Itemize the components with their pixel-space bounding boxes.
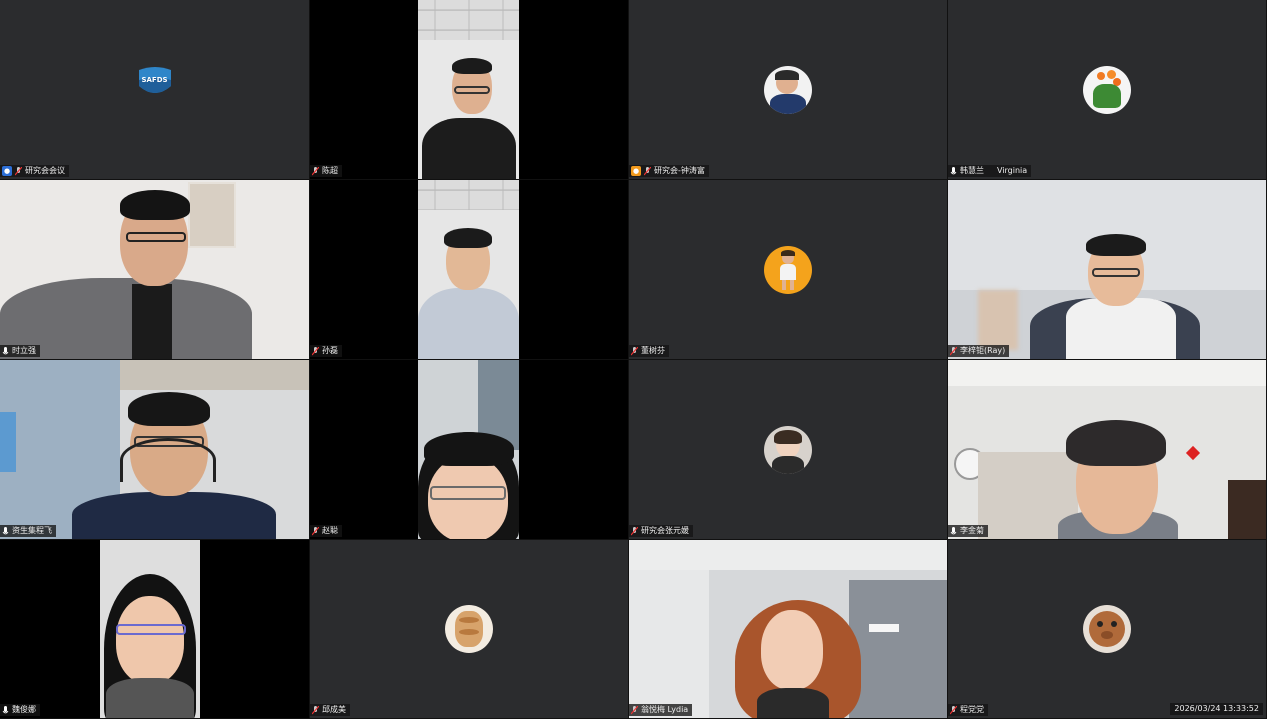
video-feed [0,360,309,539]
video-grid: SAFDS ● 研究会会议 陈超 ● 研究会-钟涛富 韩慧兰 Virginia … [0,0,1267,719]
participant-name-tag: 孙磊 [310,345,342,357]
avatar [1083,605,1131,653]
participant-name-tag: 翁悦梅 Lydia [629,704,693,716]
participant-tile-4[interactable]: 韩慧兰 Virginia [948,0,1266,179]
participant-tile-13[interactable]: 魏俊娜 [0,540,309,718]
participant-name-tag: 邱成美 [310,704,350,716]
avatar [764,245,812,294]
participant-name: 研究会张元媛 [641,526,689,535]
mic-muted-icon [312,166,319,176]
avatar [764,425,812,474]
participant-name-tag: 李金菊 [948,525,988,537]
participant-tile-16[interactable]: 程党党 2026/03/24 13:33:52 [948,540,1266,718]
video-feed [418,0,519,179]
mic-muted-icon [312,346,319,356]
mic-muted-icon [950,705,957,715]
participant-name-tag: ● 研究会会议 [0,165,69,177]
participant-name-tag: 赵聪 [310,525,342,537]
mic-icon [2,346,9,356]
avatar [764,65,812,114]
participant-english-name: Virginia [997,166,1028,175]
participant-name: 陈超 [322,166,338,175]
participant-tile-1[interactable]: SAFDS ● 研究会会议 [0,0,309,179]
video-feed [418,180,519,359]
mic-icon [2,526,9,536]
participant-name: 魏俊娜 [12,705,36,714]
participant-name-tag: 魏俊娜 [0,704,40,716]
participant-name: 资生集程飞 [12,526,52,535]
participant-tile-6[interactable]: 孙磊 [310,180,628,359]
mic-muted-icon [15,166,22,176]
mic-muted-icon [950,346,957,356]
participant-tile-7[interactable]: 董树芬 [629,180,947,359]
video-feed [948,180,1266,359]
participant-name-tag: 研究会张元媛 [629,525,693,537]
participant-name: 翁悦梅 Lydia [641,705,689,714]
logo-text: SAFDS [141,76,168,84]
video-feed [948,360,1266,539]
video-feed [629,540,947,718]
participant-tile-14[interactable]: 邱成美 [310,540,628,718]
video-feed [0,180,309,359]
participant-name: 时立强 [12,346,36,355]
mic-muted-icon [631,346,638,356]
mic-icon [950,166,957,176]
mic-icon [2,705,9,715]
participant-name-tag: 时立强 [0,345,40,357]
mic-muted-icon [644,166,651,176]
participant-name: 韩慧兰 [960,166,984,175]
participant-tile-12[interactable]: 李金菊 [948,360,1266,539]
cohost-icon: ● [631,166,641,176]
avatar [1083,65,1131,114]
participant-name-tag: 韩慧兰 Virginia [948,165,1032,177]
avatar [445,605,493,653]
video-feed [418,360,519,539]
participant-name: 李梓钜(Ray) [960,346,1006,355]
participant-tile-9[interactable]: 资生集程飞 [0,360,309,539]
participant-name-tag: 资生集程飞 [0,525,56,537]
participant-name: 赵聪 [322,526,338,535]
participant-tile-8[interactable]: 李梓钜(Ray) [948,180,1266,359]
participant-tile-3[interactable]: ● 研究会-钟涛富 [629,0,947,179]
participant-name: 研究会会议 [25,166,65,175]
participant-name: 邱成美 [322,705,346,714]
participant-name: 孙磊 [322,346,338,355]
participant-tile-5-active-speaker[interactable]: 时立强 [0,180,309,359]
participant-name: 研究会-钟涛富 [654,166,705,175]
participant-tile-10[interactable]: 赵聪 [310,360,628,539]
participant-name: 程党党 [960,705,984,714]
host-icon: ● [2,166,12,176]
participant-name: 董树芬 [641,346,665,355]
meeting-timestamp: 2026/03/24 13:33:52 [1170,703,1263,715]
mic-muted-icon [631,526,638,536]
mic-muted-icon [312,526,319,536]
participant-name-tag: ● 研究会-钟涛富 [629,165,709,177]
participant-name-tag: 李梓钜(Ray) [948,345,1010,357]
participant-name-tag: 陈超 [310,165,342,177]
mic-icon [950,526,957,536]
mic-muted-icon [631,705,638,715]
participant-name-tag: 董树芬 [629,345,669,357]
participant-name-tag: 程党党 [948,704,988,716]
video-feed [100,540,200,718]
participant-tile-11[interactable]: 研究会张元媛 [629,360,947,539]
participant-tile-15[interactable]: 翁悦梅 Lydia [629,540,947,718]
participant-name: 李金菊 [960,526,984,535]
mic-muted-icon [312,705,319,715]
participant-tile-2[interactable]: 陈超 [310,0,628,179]
